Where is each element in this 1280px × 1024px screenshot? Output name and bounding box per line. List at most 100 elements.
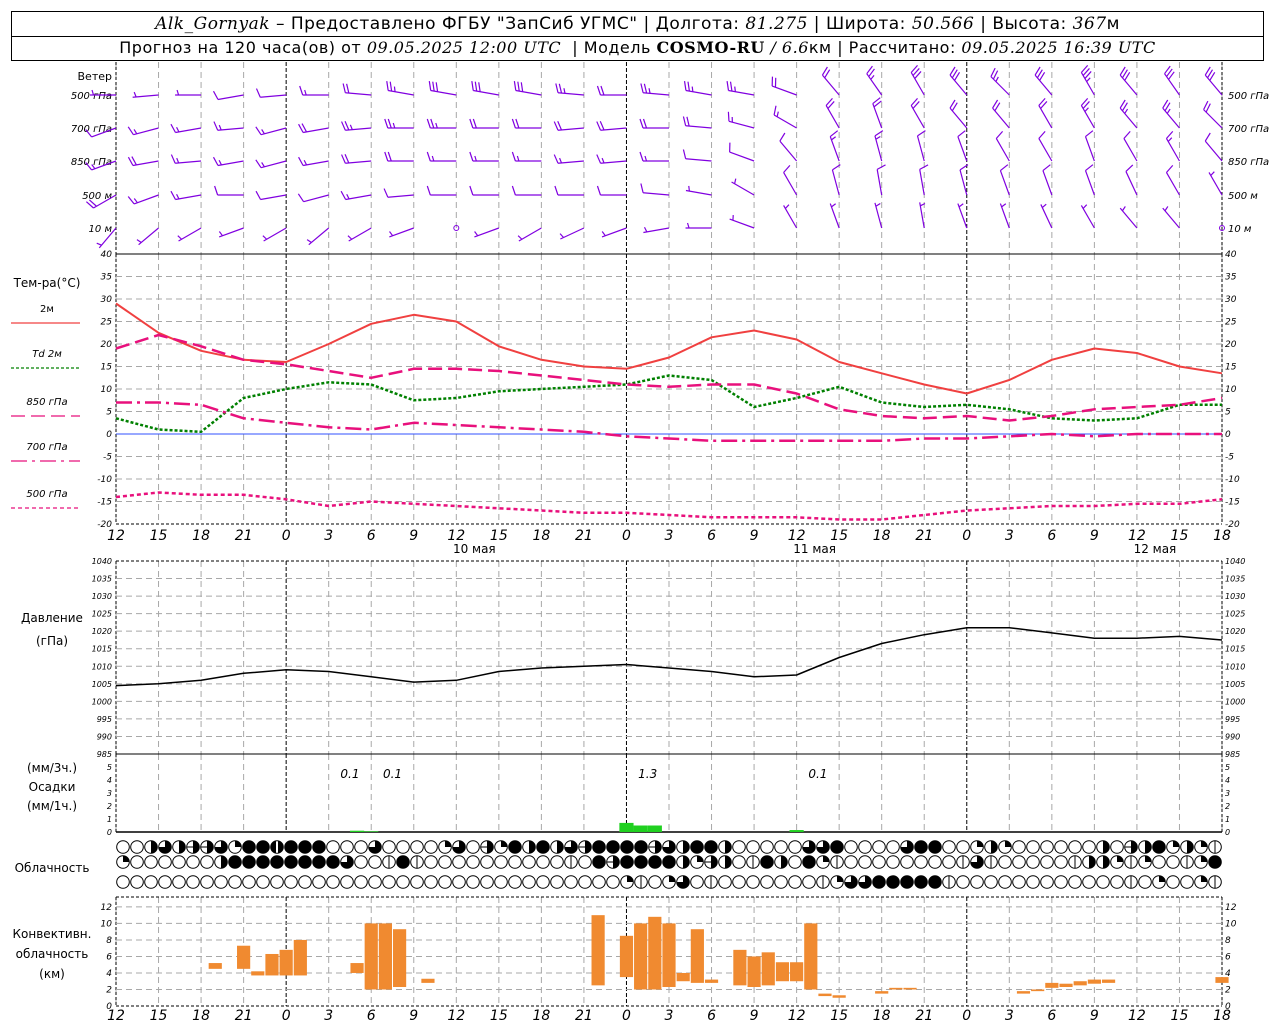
cloud-cover-symbol [466, 875, 480, 889]
cloud-cover-symbol [480, 840, 494, 854]
cloud-cover-symbol [914, 875, 928, 889]
conv-tick-label-right: 8 [1225, 936, 1231, 946]
wind-barb-feather [779, 132, 786, 142]
cloud-cover-symbol [1152, 840, 1166, 854]
wind-barb-shaft [1208, 172, 1223, 196]
cloud-cover-symbol [914, 840, 928, 854]
wind-barb [601, 227, 627, 238]
wind-barb-shaft [1119, 207, 1138, 229]
wind-barb-shaft [557, 160, 584, 164]
wind-barb-half-feather [1166, 108, 1171, 114]
precip-tick-label-right: 2 [1225, 802, 1230, 811]
conv-cloud-bar [634, 923, 648, 990]
cloud-cover-symbol [186, 875, 200, 889]
cloud-cover-symbol [1054, 855, 1068, 869]
wind-barb-shaft [1204, 74, 1223, 96]
cloud-cover-symbol [270, 875, 284, 889]
cloud-cover-symbol [536, 855, 550, 869]
cloud-cover-symbol [970, 875, 984, 889]
wind-barb-half-feather [347, 235, 353, 240]
cloud-cover-symbol [816, 875, 830, 889]
cloud-cover-symbol [984, 840, 998, 854]
precip-3h-total-label: 0.1 [383, 767, 402, 781]
cloud-cover-symbol [802, 840, 816, 854]
cloud-half [1103, 855, 1110, 869]
conv-label-3: (км) [39, 967, 65, 981]
wind-barb-feather [992, 70, 999, 80]
cloud-cover-symbol [340, 840, 354, 854]
wind-barb-half-feather [392, 122, 396, 129]
cloud-cover-symbol [130, 840, 144, 854]
cloud-cover-symbol [1124, 855, 1138, 869]
time-tick-label-bottom: 6 [367, 1008, 376, 1024]
date-label: 12 мая [1134, 542, 1177, 556]
cloud-cover-symbol [452, 855, 466, 869]
wind-barb-shaft [995, 138, 1010, 162]
wind-barb-shaft [132, 160, 159, 167]
wind-level-label: 700 гПа [71, 124, 112, 135]
cloud-cover-symbol [158, 855, 172, 869]
wind-barb-feather [344, 121, 350, 131]
wind-barb [1203, 100, 1223, 129]
pressure-tick-label-right: 1005 [1225, 680, 1245, 689]
pressure-tick-label-right: 1030 [1225, 592, 1245, 601]
conv-tick-label-right: 10 [1225, 919, 1237, 929]
conv-tick-label: 8 [106, 936, 112, 946]
cloud-cover-symbol [1110, 855, 1124, 869]
wind-barb [255, 190, 287, 201]
cloud-cover-symbol [256, 840, 270, 854]
cloud-cover-symbol [578, 840, 592, 854]
time-tick-label-bottom: 15 [490, 1008, 508, 1024]
conv-cloud-bar [251, 971, 265, 976]
cloud-cover-symbol [620, 855, 634, 869]
cloud-cover-symbol [1124, 840, 1138, 854]
wind-barb-feather [432, 81, 435, 92]
temp-axis-label: Тем-ра(°C) [13, 276, 81, 290]
conv-cloud-bar [790, 962, 804, 982]
pressure-tick-label-right: 1020 [1225, 627, 1245, 636]
wind-barb-feather [727, 111, 730, 122]
wind-barb-feather [298, 156, 304, 166]
wind-barb-shaft [345, 160, 372, 164]
pressure-tick-label-right: 995 [1225, 715, 1240, 724]
wind-barb-half-feather [958, 203, 964, 208]
cloud-cover-symbol [256, 875, 270, 889]
time-tick-label: 18 [192, 528, 210, 544]
wind-barb-half-feather [784, 204, 790, 209]
cloud-cover-symbol [760, 855, 774, 869]
wind-barb [298, 123, 329, 134]
wind-barb [1162, 99, 1180, 129]
cloud-cover-symbol [844, 875, 858, 889]
cloud-cover-symbol [242, 840, 256, 854]
cloud-cover-symbol [480, 875, 494, 889]
cloud-cover-symbol [298, 840, 312, 854]
wind-barb [1204, 132, 1223, 162]
conv-label-2: облачность [16, 947, 89, 961]
wind-barb [726, 81, 755, 96]
wind-barb [999, 164, 1010, 196]
cloud-cover-symbol [200, 875, 214, 889]
cloud-cover-symbol [942, 875, 956, 889]
wind-barb-shaft [263, 227, 287, 242]
temp-tick-label-right: 10 [1225, 385, 1237, 395]
wind-barb-feather [384, 151, 389, 162]
cloud-cover-symbol [634, 875, 648, 889]
precip-tick-label: 2 [107, 802, 112, 811]
wind-barb-half-feather [517, 235, 523, 240]
wind-barb-feather [1166, 130, 1174, 139]
wind-level-label: 850 гПа [71, 157, 112, 168]
conv-cloud-bar [364, 923, 378, 990]
cloud-half [487, 840, 494, 854]
cloud-cover-symbol [816, 855, 830, 869]
wind-barb-shaft [260, 194, 287, 201]
cloud-half [221, 855, 228, 869]
wind-barb-shaft [874, 202, 883, 229]
cloud-cover-symbol [802, 855, 816, 869]
cloud-cover-symbol [158, 875, 172, 889]
cloud-cover-symbol [942, 855, 956, 869]
cloud-cover-symbol [410, 840, 424, 854]
wind-barb-half-feather [1082, 204, 1088, 209]
wind-barb-feather [729, 81, 733, 92]
cloud-cover-symbol [200, 840, 214, 854]
wind-barb-shaft [175, 194, 202, 201]
